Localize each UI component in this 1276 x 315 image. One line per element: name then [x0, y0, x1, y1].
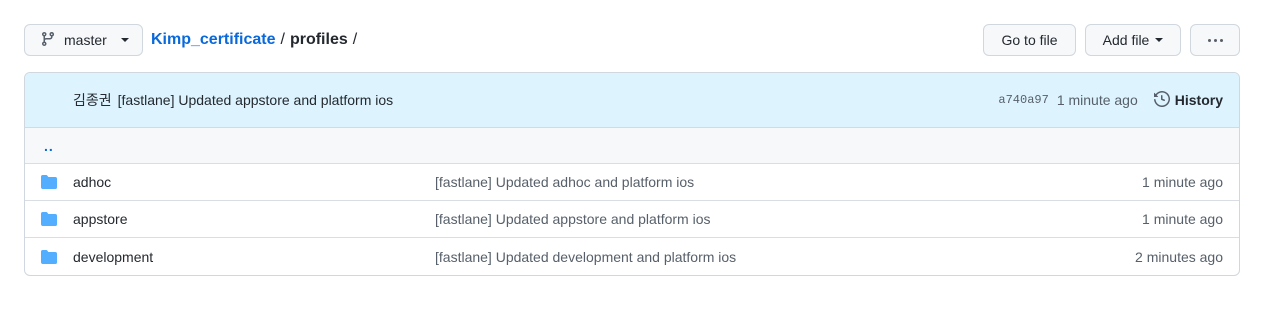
- chevron-down-icon: [1155, 38, 1164, 42]
- folder-icon: [41, 211, 57, 227]
- breadcrumb-repo-link[interactable]: Kimp_certificate: [151, 31, 276, 49]
- go-to-file-button[interactable]: Go to file: [983, 24, 1076, 56]
- commit-meta: a740a97 1 minute ago History: [998, 90, 1223, 110]
- file-commit-time: 1 minute ago: [1142, 174, 1223, 190]
- add-file-label: Add file: [1102, 32, 1150, 48]
- toolbar-actions: Go to file Add file: [983, 24, 1240, 56]
- parent-directory-row[interactable]: ..: [25, 128, 1239, 164]
- folder-icon: [41, 249, 57, 265]
- file-list-box: 김종권 [fastlane] Updated appstore and plat…: [24, 72, 1240, 276]
- branch-name: master: [64, 32, 107, 48]
- commit-message[interactable]: [fastlane] Updated appstore and platform…: [118, 92, 394, 108]
- chevron-down-icon: [120, 38, 129, 42]
- file-commit-message[interactable]: [fastlane] Updated adhoc and platform io…: [435, 174, 1142, 190]
- git-branch-icon: [40, 31, 56, 50]
- history-icon: [1153, 90, 1170, 110]
- table-row: adhoc [fastlane] Updated adhoc and platf…: [25, 164, 1239, 201]
- history-link[interactable]: History: [1153, 90, 1223, 110]
- table-row: development [fastlane] Updated developme…: [25, 238, 1239, 275]
- file-commit-message[interactable]: [fastlane] Updated development and platf…: [435, 249, 1135, 265]
- file-commit-time: 2 minutes ago: [1135, 248, 1223, 265]
- commit-time: 1 minute ago: [1056, 92, 1138, 108]
- breadcrumb-current-dir: profiles: [289, 31, 348, 48]
- file-commit-message[interactable]: [fastlane] Updated appstore and platform…: [435, 211, 1142, 227]
- breadcrumb-separator: /: [280, 31, 285, 48]
- file-navigation: master Kimp_certificate / profiles / Go …: [24, 24, 1240, 56]
- add-file-button[interactable]: Add file: [1085, 24, 1181, 56]
- latest-commit-bar: 김종권 [fastlane] Updated appstore and plat…: [25, 73, 1239, 128]
- file-name-link[interactable]: appstore: [73, 211, 435, 227]
- table-row: appstore [fastlane] Updated appstore and…: [25, 201, 1239, 238]
- folder-icon: [41, 174, 57, 190]
- breadcrumb: Kimp_certificate / profiles /: [151, 31, 362, 49]
- file-name-link[interactable]: development: [73, 249, 435, 265]
- breadcrumb-separator: /: [352, 31, 358, 48]
- history-label: History: [1174, 92, 1223, 108]
- more-options-button[interactable]: [1190, 24, 1240, 56]
- branch-select-button[interactable]: master: [24, 24, 143, 56]
- file-commit-time: 1 minute ago: [1142, 211, 1223, 227]
- commit-sha-link[interactable]: a740a97: [998, 93, 1048, 107]
- kebab-horizontal-icon: [1207, 38, 1223, 42]
- file-name-link[interactable]: adhoc: [73, 174, 435, 190]
- parent-directory-link[interactable]: ..: [44, 138, 54, 154]
- commit-author[interactable]: 김종권: [73, 90, 112, 110]
